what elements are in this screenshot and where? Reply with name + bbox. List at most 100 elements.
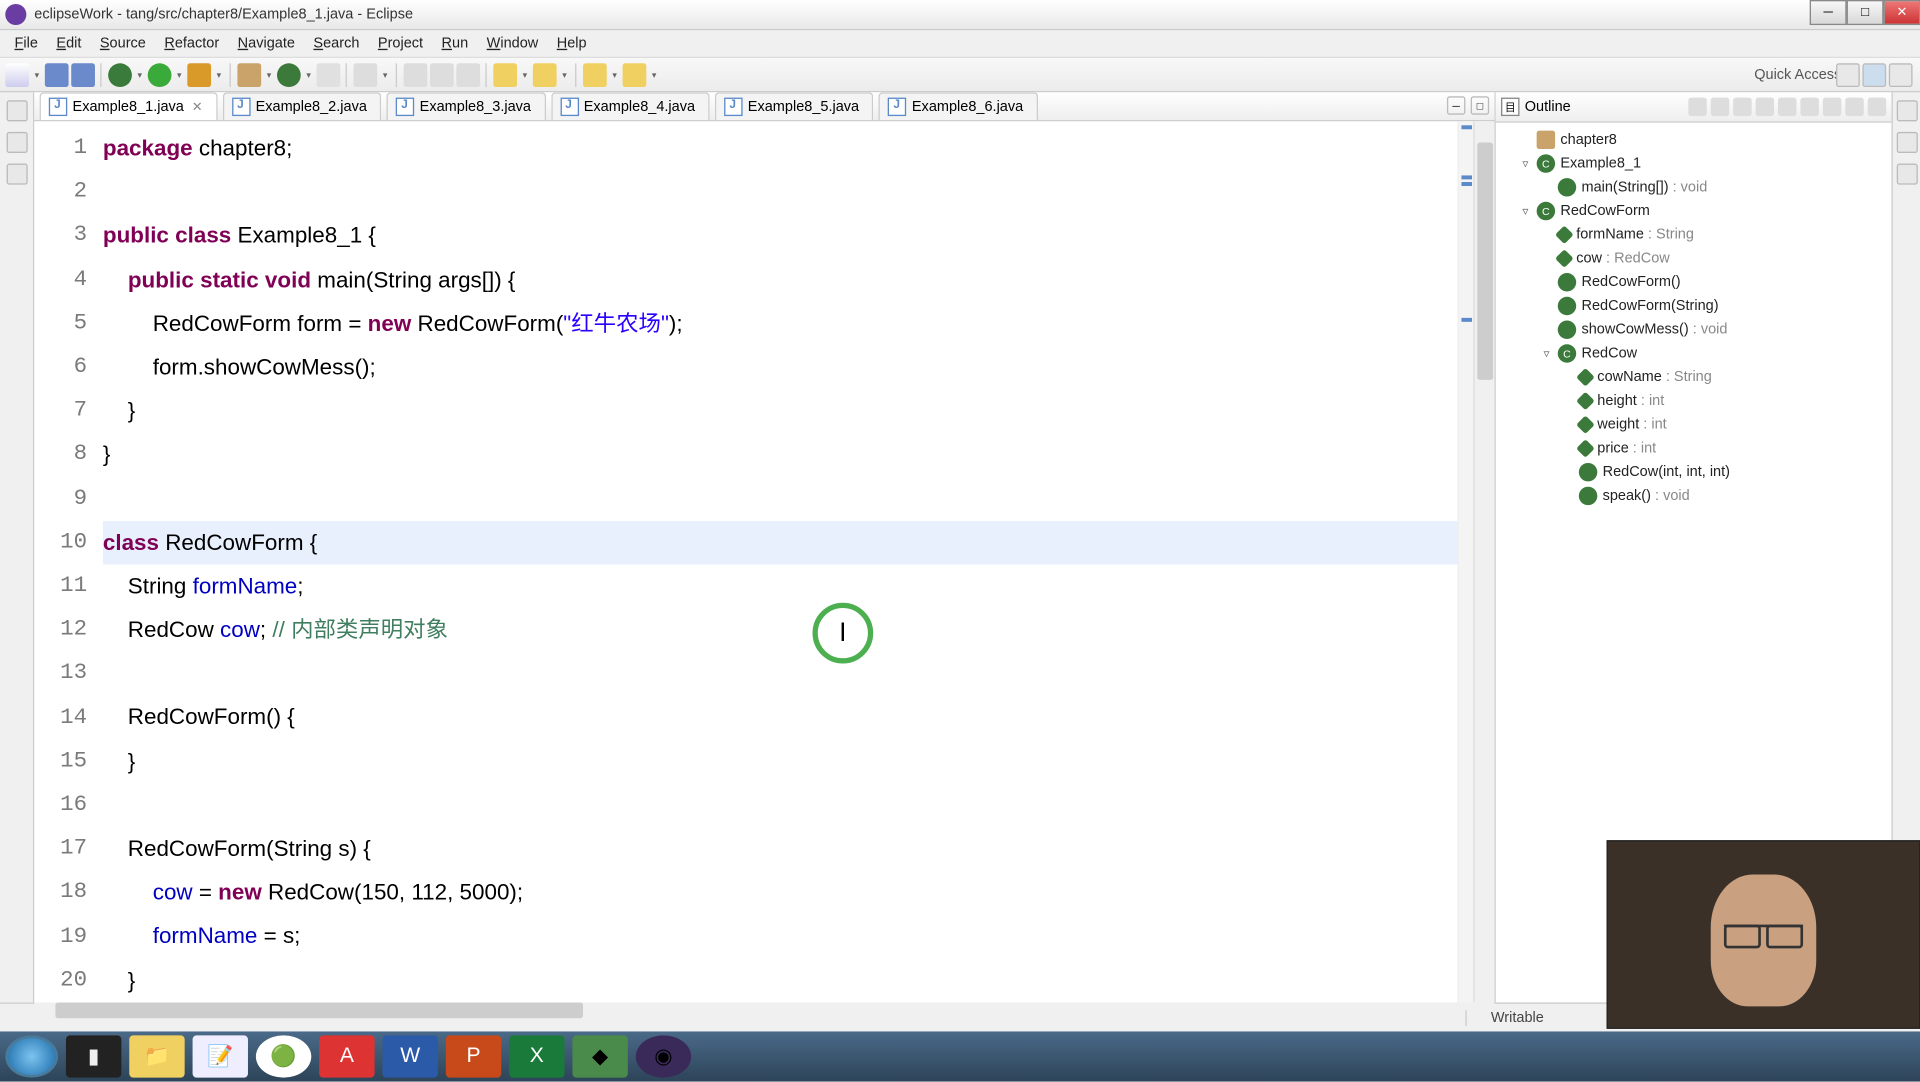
dropdown-icon[interactable]: ▾ — [559, 63, 570, 87]
maximize-view-icon[interactable]: □ — [1471, 96, 1489, 114]
outline-node[interactable]: RedCowForm(String) — [1501, 294, 1886, 318]
start-button[interactable] — [5, 1035, 58, 1077]
terminal-icon[interactable]: ▮ — [66, 1035, 121, 1077]
excel-icon[interactable]: X — [509, 1035, 564, 1077]
hide-local-icon[interactable] — [1800, 98, 1818, 116]
hierarchy-icon[interactable] — [6, 164, 27, 185]
expand-icon[interactable]: ▿ — [1519, 204, 1531, 219]
outline-node[interactable]: ▿RedCow — [1501, 342, 1886, 366]
open-perspective-icon[interactable] — [1836, 63, 1860, 87]
dropdown-icon[interactable]: ▾ — [380, 63, 391, 87]
back-icon[interactable] — [583, 63, 607, 87]
maximize-button[interactable]: □ — [1847, 0, 1884, 25]
save-all-icon[interactable] — [71, 63, 95, 87]
restore-view-icon[interactable] — [6, 100, 27, 121]
task-list-icon[interactable] — [1896, 132, 1917, 153]
dropdown-icon[interactable]: ▾ — [649, 63, 660, 87]
dropdown-icon[interactable]: ▾ — [214, 63, 225, 87]
menu-edit[interactable]: Edit — [47, 33, 90, 54]
menu-project[interactable]: Project — [369, 33, 433, 54]
new-package-icon[interactable] — [237, 63, 261, 87]
package-explorer-icon[interactable] — [6, 132, 27, 153]
outline-node[interactable]: main(String[]) : void — [1501, 175, 1886, 199]
sort-icon[interactable] — [1711, 98, 1729, 116]
outline-node[interactable]: ▿Example8_1 — [1501, 152, 1886, 176]
outline-node[interactable]: formName : String — [1501, 223, 1886, 247]
hide-static-icon[interactable] — [1756, 98, 1774, 116]
hide-nonpublic-icon[interactable] — [1778, 98, 1796, 116]
dropdown-icon[interactable]: ▾ — [609, 63, 620, 87]
outline-node[interactable]: price : int — [1501, 437, 1886, 461]
minimize-view-icon[interactable] — [1845, 98, 1863, 116]
quick-access[interactable]: Quick Access — [1754, 67, 1841, 83]
show-whitespace-icon[interactable] — [456, 63, 480, 87]
run-last-icon[interactable] — [187, 63, 211, 87]
menu-file[interactable]: File — [5, 33, 47, 54]
dropdown-icon[interactable]: ▾ — [303, 63, 314, 87]
chrome-icon[interactable]: 🟢 — [256, 1035, 311, 1077]
tab-example8_6-java[interactable]: Example8_6.java — [879, 92, 1038, 120]
dropdown-icon[interactable]: ▾ — [264, 63, 275, 87]
outline-node[interactable]: showCowMess() : void — [1501, 318, 1886, 342]
debug-icon[interactable] — [108, 63, 132, 87]
toggle-block-icon[interactable] — [430, 63, 454, 87]
taskbar[interactable]: ▮ 📁 📝 🟢 A W P X ◆ ◉ — [0, 1031, 1920, 1081]
search-icon[interactable] — [353, 63, 377, 87]
app-icon[interactable]: ◆ — [572, 1035, 627, 1077]
outline-node[interactable]: speak() : void — [1501, 484, 1886, 508]
problems-icon[interactable] — [1896, 164, 1917, 185]
menu-refactor[interactable]: Refactor — [155, 33, 228, 54]
view-menu-icon[interactable] — [1823, 98, 1841, 116]
explorer-icon[interactable]: 📁 — [129, 1035, 184, 1077]
prev-annotation-icon[interactable] — [533, 63, 557, 87]
debug-perspective-icon[interactable] — [1889, 63, 1913, 87]
close-button[interactable]: ✕ — [1884, 0, 1920, 25]
hide-fields-icon[interactable] — [1733, 98, 1751, 116]
outline-node[interactable]: chapter8 — [1501, 128, 1886, 152]
menu-source[interactable]: Source — [91, 33, 155, 54]
tab-example8_2-java[interactable]: Example8_2.java — [223, 92, 382, 120]
overview-ruler[interactable] — [1457, 121, 1473, 1002]
tab-example8_4-java[interactable]: Example8_4.java — [551, 92, 710, 120]
notepad-icon[interactable]: 📝 — [193, 1035, 248, 1077]
outline-node[interactable]: height : int — [1501, 389, 1886, 413]
dropdown-icon[interactable]: ▾ — [520, 63, 531, 87]
toggle-mark-icon[interactable] — [404, 63, 428, 87]
new-class-icon[interactable] — [277, 63, 301, 87]
close-tab-icon[interactable]: ✕ — [192, 100, 203, 115]
outline-node[interactable]: ▿RedCowForm — [1501, 199, 1886, 223]
minimize-view-icon[interactable]: ─ — [1447, 96, 1465, 114]
code-content[interactable]: package chapter8; public class Example8_… — [100, 121, 1457, 1002]
restore-view-icon[interactable] — [1896, 100, 1917, 121]
dropdown-icon[interactable]: ▾ — [32, 63, 43, 87]
eclipse-icon[interactable]: ◉ — [636, 1035, 691, 1077]
run-icon[interactable] — [148, 63, 172, 87]
outline-node[interactable]: weight : int — [1501, 413, 1886, 437]
powerpoint-icon[interactable]: P — [446, 1035, 501, 1077]
menu-search[interactable]: Search — [304, 33, 368, 54]
outline-node[interactable]: RedCow(int, int, int) — [1501, 460, 1886, 484]
horizontal-scrollbar[interactable] — [34, 1003, 1494, 1019]
maximize-view-icon[interactable] — [1868, 98, 1886, 116]
outline-node[interactable]: RedCowForm() — [1501, 270, 1886, 294]
tab-example8_5-java[interactable]: Example8_5.java — [715, 92, 874, 120]
tab-example8_3-java[interactable]: Example8_3.java — [387, 92, 546, 120]
vertical-scrollbar[interactable] — [1473, 121, 1494, 1002]
acrobat-icon[interactable]: A — [319, 1035, 374, 1077]
expand-icon[interactable]: ▿ — [1519, 156, 1531, 171]
save-icon[interactable] — [45, 63, 69, 87]
word-icon[interactable]: W — [383, 1035, 438, 1077]
dropdown-icon[interactable]: ▾ — [174, 63, 185, 87]
minimize-button[interactable]: ─ — [1810, 0, 1847, 25]
focus-icon[interactable] — [1688, 98, 1706, 116]
menu-window[interactable]: Window — [477, 33, 547, 54]
new-icon[interactable] — [5, 63, 29, 87]
outline-node[interactable]: cow : RedCow — [1501, 247, 1886, 271]
menu-help[interactable]: Help — [548, 33, 596, 54]
dropdown-icon[interactable]: ▾ — [135, 63, 146, 87]
code-editor[interactable]: 1234567891011121314151617181920 package … — [34, 121, 1494, 1002]
tab-example8_1-java[interactable]: Example8_1.java✕ — [40, 92, 218, 120]
menu-navigate[interactable]: Navigate — [228, 33, 304, 54]
forward-icon[interactable] — [623, 63, 647, 87]
outline-node[interactable]: cowName : String — [1501, 365, 1886, 389]
